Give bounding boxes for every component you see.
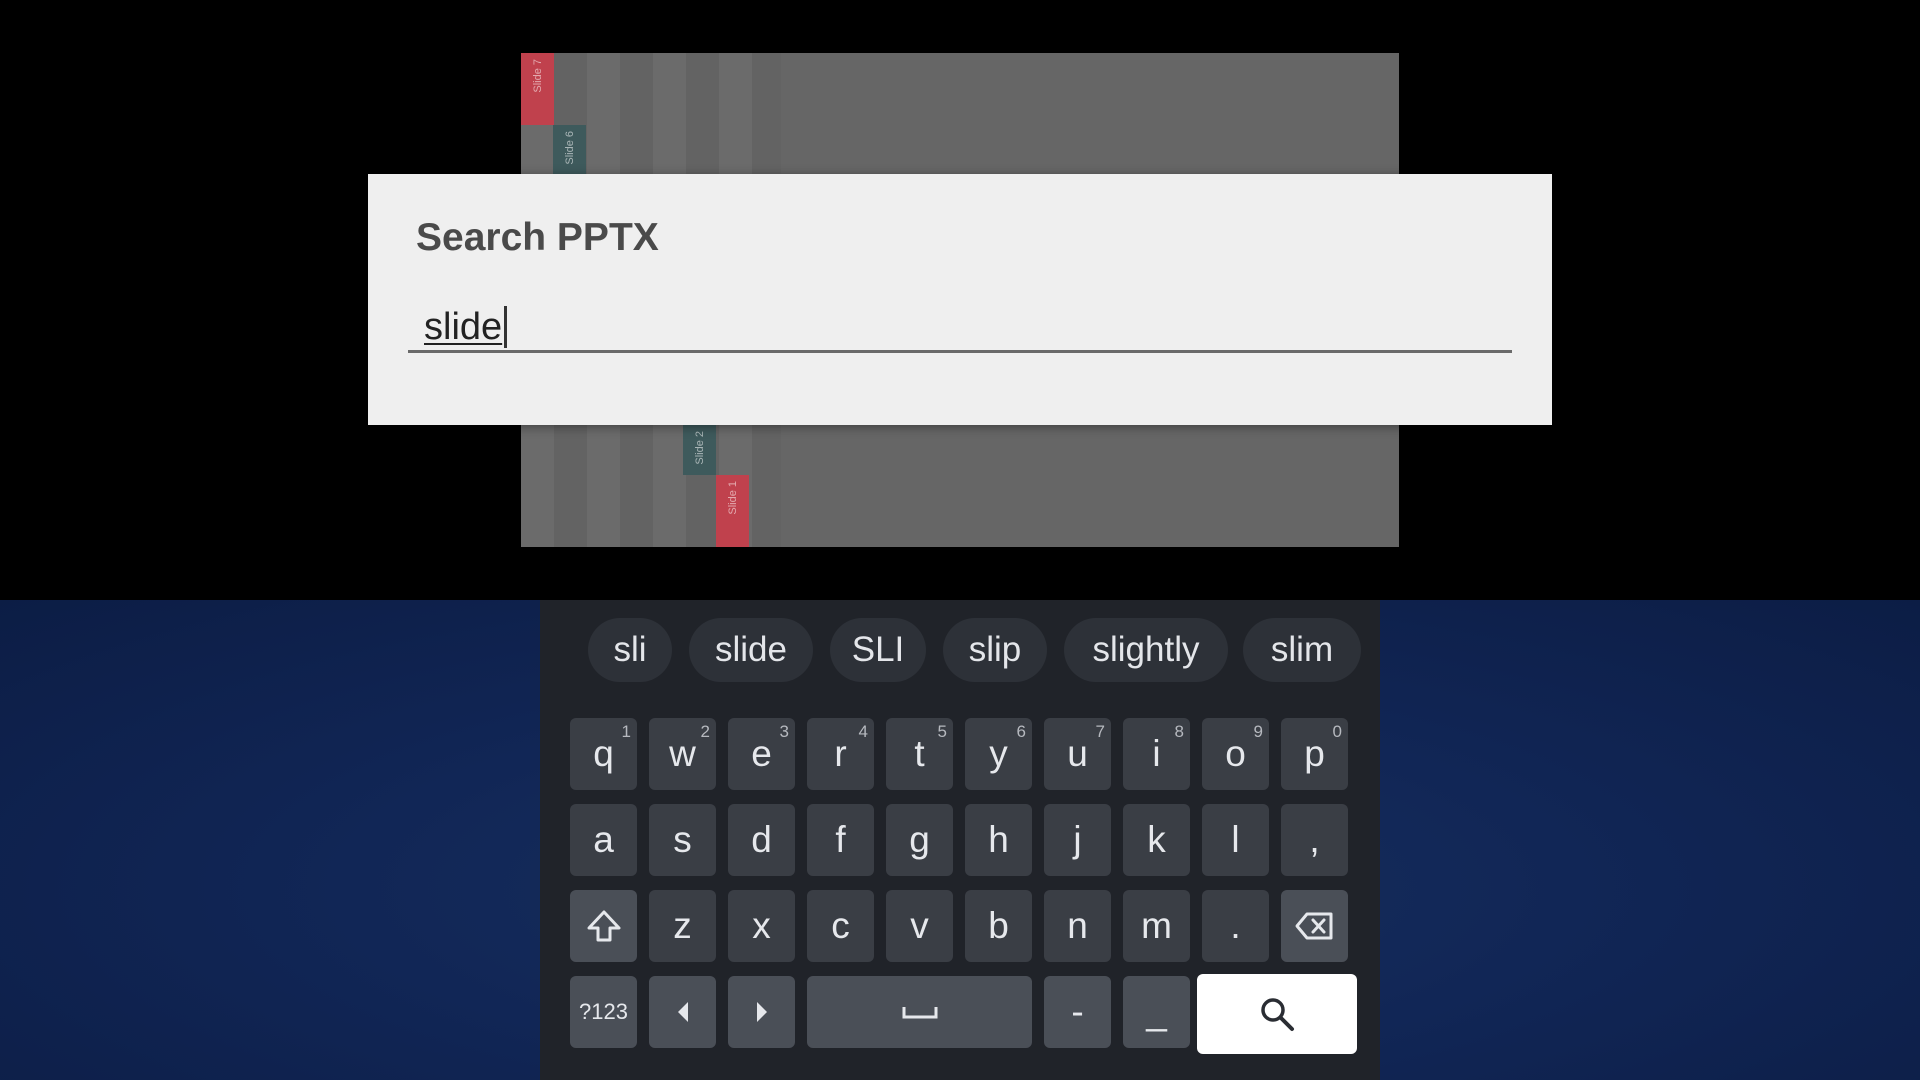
key-n[interactable]: n <box>1044 890 1111 962</box>
key-period[interactable]: . <box>1202 890 1269 962</box>
key-u[interactable]: u7 <box>1044 718 1111 790</box>
suggestion-chip[interactable]: sli <box>588 618 672 682</box>
slide-tab-7: Slide 7 <box>521 53 554 125</box>
arrow-right-icon <box>756 1002 767 1022</box>
key-g[interactable]: g <box>886 804 953 876</box>
space-key[interactable] <box>807 976 1032 1048</box>
key-t[interactable]: t5 <box>886 718 953 790</box>
search-input[interactable]: slide <box>408 306 1512 353</box>
key-s[interactable]: s <box>649 804 716 876</box>
key-v[interactable]: v <box>886 890 953 962</box>
key-q[interactable]: q1 <box>570 718 637 790</box>
key-h[interactable]: h <box>965 804 1032 876</box>
arrow-left-icon <box>677 1002 688 1022</box>
search-key[interactable] <box>1197 974 1357 1054</box>
cursor-left-key[interactable] <box>649 976 716 1048</box>
suggestion-chip[interactable]: slightly <box>1064 618 1228 682</box>
slide-tab-2: Slide 2 <box>683 425 716 475</box>
text-caret <box>503 306 508 348</box>
space-icon <box>902 1007 937 1019</box>
dialog-title: Search PPTX <box>416 216 659 259</box>
suggestion-chip[interactable]: SLI <box>830 618 926 682</box>
symbols-key[interactable]: ?123 <box>570 976 637 1048</box>
key-k[interactable]: k <box>1123 804 1190 876</box>
key-dash[interactable]: - <box>1044 976 1111 1048</box>
search-icon <box>1261 998 1294 1031</box>
cursor-right-key[interactable] <box>728 976 795 1048</box>
key-w[interactable]: w2 <box>649 718 716 790</box>
slide-tab-label: Slide 2 <box>693 431 706 465</box>
backspace-icon <box>1295 912 1332 940</box>
key-o[interactable]: o9 <box>1202 718 1269 790</box>
suggestion-strip: sli slide SLI slip slightly slim <box>540 618 1380 682</box>
key-e[interactable]: e3 <box>728 718 795 790</box>
on-screen-keyboard: sli slide SLI slip slightly slim q1 w2 e… <box>540 600 1380 1080</box>
search-dialog: Search PPTX slide <box>368 174 1552 425</box>
slide-tab-label: Slide 6 <box>563 131 576 165</box>
key-comma[interactable]: , <box>1281 804 1348 876</box>
key-z[interactable]: z <box>649 890 716 962</box>
key-a[interactable]: a <box>570 804 637 876</box>
suggestion-chip[interactable]: slim <box>1243 618 1361 682</box>
key-i[interactable]: i8 <box>1123 718 1190 790</box>
shift-icon <box>587 910 620 942</box>
slide-tab-label: Slide 7 <box>531 59 544 93</box>
slide-tab-1: Slide 1 <box>716 475 749 547</box>
suggestion-chip[interactable]: slide <box>689 618 813 682</box>
search-input-value: slide <box>424 306 503 348</box>
key-x[interactable]: x <box>728 890 795 962</box>
key-underscore[interactable]: _ <box>1123 976 1190 1048</box>
key-p[interactable]: p0 <box>1281 718 1348 790</box>
key-y[interactable]: y6 <box>965 718 1032 790</box>
key-f[interactable]: f <box>807 804 874 876</box>
key-c[interactable]: c <box>807 890 874 962</box>
suggestion-chip[interactable]: slip <box>943 618 1047 682</box>
backspace-key[interactable] <box>1281 890 1348 962</box>
key-j[interactable]: j <box>1044 804 1111 876</box>
key-r[interactable]: r4 <box>807 718 874 790</box>
key-l[interactable]: l <box>1202 804 1269 876</box>
slide-tab-label: Slide 1 <box>726 481 739 515</box>
shift-key[interactable] <box>570 890 637 962</box>
key-d[interactable]: d <box>728 804 795 876</box>
key-b[interactable]: b <box>965 890 1032 962</box>
key-m[interactable]: m <box>1123 890 1190 962</box>
